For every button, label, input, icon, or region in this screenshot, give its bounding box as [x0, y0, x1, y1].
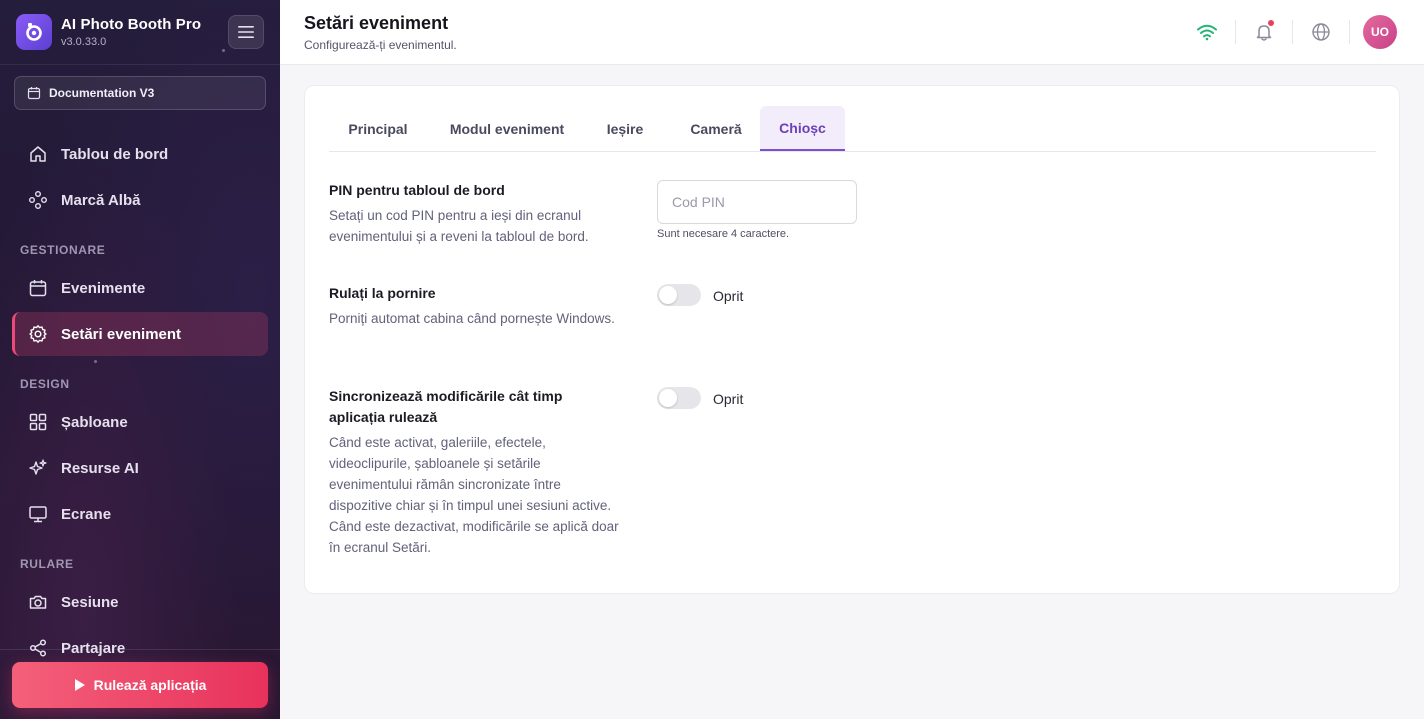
home-icon — [28, 144, 48, 164]
sync-setting-title: Sincronizează modificările cât timp apli… — [329, 388, 563, 425]
autostart-setting-description: Porniți automat cabina când pornește Win… — [329, 311, 615, 326]
sidebar-item-ai-resources[interactable]: Resurse AI — [12, 446, 268, 490]
language-button[interactable] — [1306, 17, 1336, 47]
event-selector-label: Documentation V3 — [49, 86, 155, 100]
pin-setting-description: Setați un cod PIN pentru a ieși din ecra… — [329, 208, 589, 244]
divider — [1235, 20, 1236, 44]
toggle-knob — [659, 286, 677, 304]
sidebar-item-label: Tablou de bord — [61, 145, 169, 163]
user-avatar[interactable]: UO — [1363, 15, 1397, 49]
event-selector[interactable]: Documentation V3 — [14, 76, 266, 110]
sidebar-item-label: Resurse AI — [61, 459, 139, 477]
app-version: v3.0.33.0 — [61, 36, 107, 48]
wifi-status-button[interactable] — [1192, 17, 1222, 47]
share-icon — [28, 638, 48, 658]
sidebar-item-label: Evenimente — [61, 279, 146, 297]
notification-badge — [1268, 20, 1274, 26]
divider — [0, 649, 280, 650]
pin-input[interactable] — [657, 180, 857, 224]
sidebar-item-label: Partajare — [61, 639, 126, 657]
sidebar: AI Photo Booth Pro v3.0.33.0 Documentati… — [0, 0, 280, 719]
page-title: Setări eveniment — [304, 13, 449, 33]
brand-icon — [28, 190, 48, 210]
toggle-knob — [659, 389, 677, 407]
monitor-icon — [28, 504, 48, 524]
tab-event-mode[interactable]: Modul eveniment — [433, 106, 581, 151]
autostart-toggle-label: Oprit — [713, 288, 744, 304]
sidebar-item-dashboard[interactable]: Tablou de bord — [12, 132, 268, 176]
decorative-dot — [222, 49, 225, 52]
play-icon — [74, 679, 85, 691]
run-app-label: Rulează aplicația — [93, 677, 207, 693]
sidebar-item-screens[interactable]: Ecrane — [12, 492, 268, 536]
grid-icon — [28, 412, 48, 432]
tab-kiosk[interactable]: Chioșc — [760, 106, 845, 151]
sidebar-item-templates[interactable]: Șabloane — [12, 400, 268, 444]
sidebar-item-event-settings[interactable]: Setări eveniment — [12, 312, 268, 356]
sync-setting-description: Când este activat, galeriile, efectele, … — [329, 435, 619, 555]
tab-general[interactable]: Principal — [329, 106, 427, 151]
notifications-button[interactable] — [1249, 17, 1279, 47]
section-label-design: DESIGN — [20, 377, 70, 391]
app-name: AI Photo Booth Pro — [61, 16, 202, 33]
divider — [0, 64, 280, 65]
pin-setting-title: PIN pentru tabloul de bord — [329, 182, 505, 198]
sidebar-item-label: Marcă Albă — [61, 191, 141, 209]
divider — [1292, 20, 1293, 44]
autostart-setting-title: Rulați la pornire — [329, 285, 436, 301]
pin-hint: Sunt necesare 4 caractere. — [657, 228, 790, 240]
camera-icon — [28, 592, 48, 612]
gear-icon — [28, 324, 48, 344]
divider — [1349, 20, 1350, 44]
sidebar-item-label: Sesiune — [61, 593, 119, 611]
section-label-manage: GESTIONARE — [20, 243, 106, 257]
calendar-icon — [28, 278, 48, 298]
run-app-button[interactable]: Rulează aplicația — [12, 662, 268, 708]
app-logo-icon — [16, 14, 52, 50]
wifi-icon — [1197, 24, 1217, 41]
sidebar-item-white-label[interactable]: Marcă Albă — [12, 178, 268, 222]
menu-toggle-button[interactable] — [228, 15, 264, 49]
calendar-icon — [27, 87, 41, 100]
sidebar-item-label: Setări eveniment — [61, 325, 182, 343]
tab-camera[interactable]: Cameră — [669, 106, 763, 151]
tab-bar: Principal Modul eveniment Ieșire Cameră … — [329, 106, 1376, 152]
decorative-dot — [94, 360, 97, 363]
sync-toggle-label: Oprit — [713, 391, 744, 407]
autostart-toggle[interactable] — [657, 284, 701, 306]
tab-output[interactable]: Ieșire — [587, 106, 663, 151]
sidebar-item-events[interactable]: Evenimente — [12, 266, 268, 310]
sparkles-icon — [28, 458, 48, 478]
sync-toggle[interactable] — [657, 387, 701, 409]
sidebar-item-label: Șabloane — [61, 413, 128, 431]
top-header: Setări eveniment Configurează-ți evenime… — [280, 0, 1424, 65]
globe-icon — [1312, 23, 1330, 41]
sidebar-item-session[interactable]: Sesiune — [12, 580, 268, 624]
page-subtitle: Configurează-ți evenimentul. — [304, 38, 457, 52]
sidebar-item-label: Ecrane — [61, 505, 112, 523]
section-label-run: RULARE — [20, 557, 74, 571]
settings-card: Principal Modul eveniment Ieșire Cameră … — [304, 85, 1400, 594]
hamburger-icon — [238, 26, 254, 38]
brand: AI Photo Booth Pro v3.0.33.0 — [16, 14, 201, 50]
